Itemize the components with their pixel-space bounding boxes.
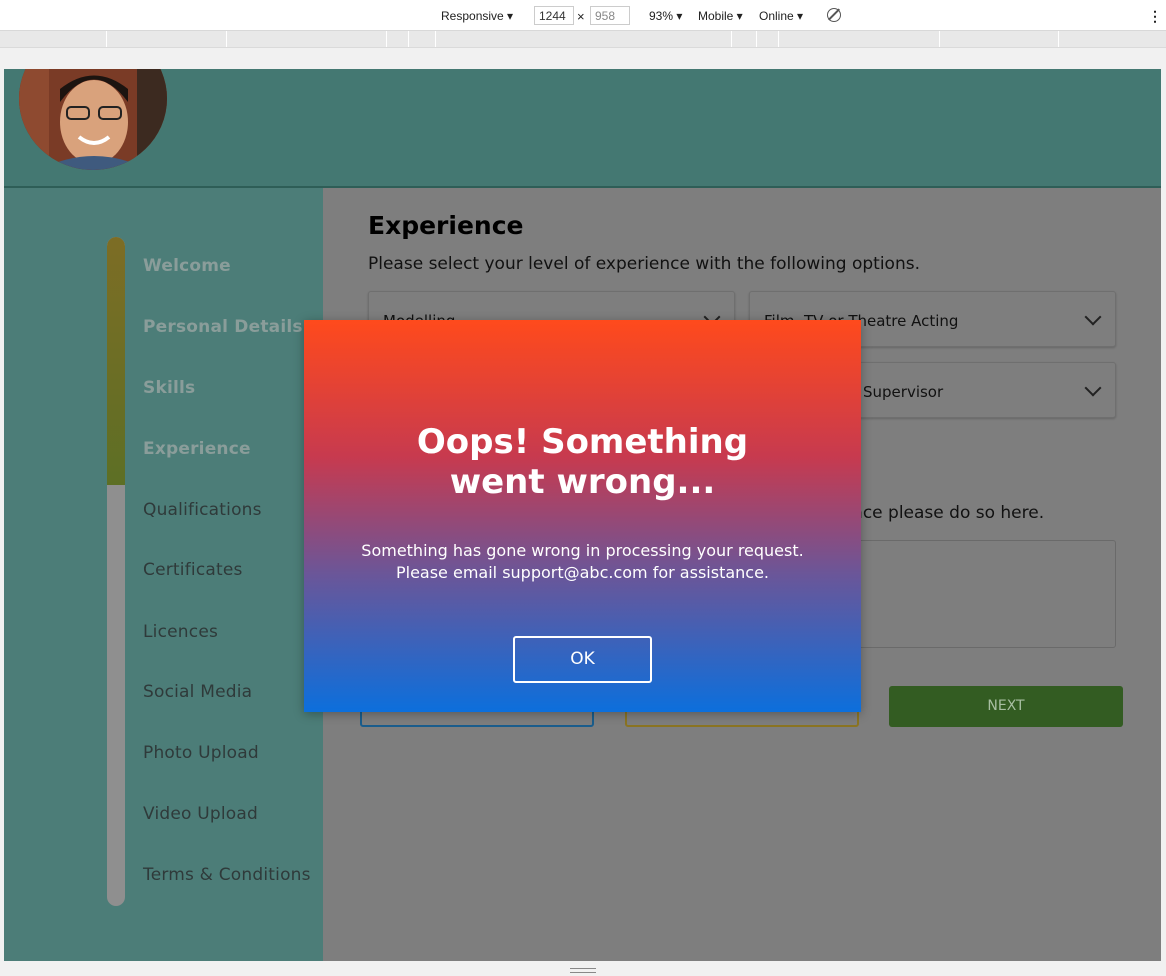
modal-message-line-1: Something has gone wrong in processing y… xyxy=(361,541,804,560)
page-lead: Please select your level of experience w… xyxy=(368,254,920,274)
more-options-icon[interactable]: ⋮ xyxy=(1148,8,1162,25)
progress-fill xyxy=(107,237,125,485)
zoom-select[interactable]: 93% ▾ xyxy=(649,9,682,23)
chevron-down-icon xyxy=(1084,308,1102,326)
error-modal: Oops! Something went wrong... Something … xyxy=(304,320,861,712)
height-input[interactable]: 958 xyxy=(590,6,630,25)
modal-title: Oops! Something went wrong... xyxy=(416,422,749,502)
page-title: Experience xyxy=(368,211,524,240)
progress-sidebar: Welcome Personal Details Skills Experien… xyxy=(4,188,323,961)
sidebar-item-licences[interactable]: Licences xyxy=(143,622,218,642)
width-input[interactable]: 1244 xyxy=(534,6,574,25)
page-header xyxy=(4,69,1161,188)
modal-message-line-2: Please email support@abc.com for assista… xyxy=(395,563,770,582)
resize-handle-icon[interactable] xyxy=(570,968,596,973)
sidebar-item-certificates[interactable]: Certificates xyxy=(143,560,243,580)
profile-photo xyxy=(19,69,167,170)
sidebar-item-welcome[interactable]: Welcome xyxy=(143,256,231,276)
media-query-bar[interactable] xyxy=(0,31,1166,48)
sidebar-item-experience[interactable]: Experience xyxy=(143,439,251,459)
network-select[interactable]: Online ▾ xyxy=(759,9,803,23)
avatar xyxy=(19,69,167,170)
supervisor-select-value: Supervisor xyxy=(863,383,944,401)
chevron-down-icon xyxy=(1084,379,1102,397)
sidebar-item-terms[interactable]: Terms & Conditions xyxy=(143,865,311,885)
next-button[interactable]: NEXT xyxy=(889,686,1123,727)
rotate-icon[interactable] xyxy=(827,8,841,22)
device-select[interactable]: Responsive ▾ xyxy=(441,9,513,23)
dimension-separator: × xyxy=(577,9,585,24)
devtools-toolbar: Responsive ▾ 1244 × 958 93% ▾ Mobile ▾ O… xyxy=(0,0,1166,31)
sidebar-item-skills[interactable]: Skills xyxy=(143,378,195,398)
sidebar-item-personal-details[interactable]: Personal Details xyxy=(143,317,303,337)
throttle-device-select[interactable]: Mobile ▾ xyxy=(698,9,743,23)
sidebar-item-photo-upload[interactable]: Photo Upload xyxy=(143,743,259,763)
modal-message: Something has gone wrong in processing y… xyxy=(304,540,861,584)
sidebar-item-qualifications[interactable]: Qualifications xyxy=(143,500,262,520)
sidebar-item-social-media[interactable]: Social Media xyxy=(143,682,252,702)
sidebar-item-video-upload[interactable]: Video Upload xyxy=(143,804,258,824)
progress-track xyxy=(107,237,125,906)
ok-button[interactable]: OK xyxy=(513,636,652,683)
